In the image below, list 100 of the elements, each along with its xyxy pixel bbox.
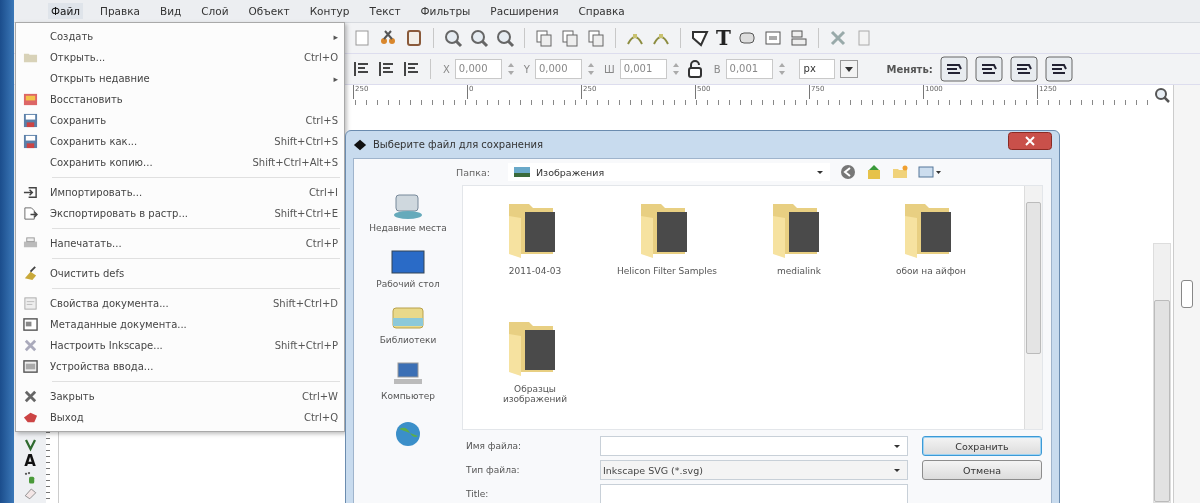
field-label: Y [523,63,530,75]
save-button[interactable]: Сохранить [922,436,1042,456]
square-icon[interactable] [404,28,424,48]
eraser-icon[interactable] [22,486,38,501]
number-field[interactable]: 0,000 [534,59,582,79]
zoom-icon[interactable] [469,28,489,48]
save-icon [22,134,38,149]
field-label: В [713,63,721,75]
number-field[interactable]: 0,001 [619,59,667,79]
close-button[interactable] [1008,131,1052,150]
shortcut-label: Shift+Ctrl+S [274,136,338,147]
menu-title[interactable]: Правка [97,3,143,19]
menu-item[interactable]: Закрыть Ctrl+W [16,386,344,407]
up-folder-icon[interactable] [866,164,882,180]
scrollbar-thumb[interactable] [1154,300,1170,502]
cancel-button[interactable]: Отмена [922,460,1042,480]
menu-item[interactable]: Экспортировать в растр... Shift+Ctrl+E [16,203,344,224]
menu-title[interactable]: Фильтры [417,3,474,19]
transform-toggle-button[interactable] [1044,56,1073,82]
menu-title[interactable]: Вид [157,3,185,19]
transform-toggle-button[interactable] [974,56,1003,82]
menu-title[interactable]: Расширения [487,3,562,19]
app-icon [353,137,367,152]
zoom-icon[interactable] [443,28,463,48]
menu-title[interactable]: Контур [306,3,353,19]
document-icon [22,296,38,311]
dialog-title: Выберите файл для сохранения [373,139,545,150]
menu-item[interactable]: Сохранить как... Shift+Ctrl+S [16,131,344,152]
folder-item[interactable]: Образцы изображений [469,316,601,434]
spinner-icon[interactable] [671,61,680,77]
zoom-icon[interactable] [1154,87,1170,103]
field-label: Ш [603,63,615,75]
pen-icon[interactable] [22,437,38,452]
page-icon[interactable] [352,28,372,48]
spinner-icon[interactable] [777,61,786,77]
text-tool-button[interactable]: T [716,28,731,48]
shortcut-label: Ctrl+Q [303,412,338,423]
menu-item[interactable]: Настроить Inkscape... Shift+Ctrl+P [16,335,344,356]
transform-toggle-button[interactable] [939,56,968,82]
place-item[interactable]: Недавние места [368,191,448,233]
exit-icon [22,410,38,425]
menu-title[interactable]: Справка [575,3,628,19]
file-list-scrollbar[interactable] [1024,186,1042,429]
pages-icon[interactable] [586,28,606,48]
scrollbar-thumb[interactable] [1026,202,1041,354]
title-field[interactable] [600,484,908,503]
file-name-field[interactable] [600,436,908,456]
menu-item[interactable]: Открыть... Ctrl+O [16,47,344,68]
shortcut-label: Ctrl+O [303,52,338,63]
number-field[interactable]: 0,000 [454,59,502,79]
shortcut-label: Ctrl+S [305,115,338,126]
pages-icon[interactable] [560,28,580,48]
menu-item[interactable]: Восстановить [16,89,344,110]
menu-title[interactable]: Файл [48,3,83,19]
menu-title[interactable]: Слой [198,3,232,19]
menu-item[interactable]: Выход Ctrl+Q [16,407,344,428]
menu-title[interactable]: Текст [366,3,404,19]
menu-item[interactable]: Устройства ввода... [16,356,344,377]
vertical-scrollbar[interactable] [1153,243,1171,503]
shortcut-label: Shift+Ctrl+E [274,208,338,219]
menu-item[interactable]: Сохранить Ctrl+S [16,110,344,131]
import-icon [22,185,38,200]
folder-item[interactable]: 2011-04-03 [469,198,601,316]
caret-icon [893,466,901,474]
pen-icon[interactable] [690,28,710,48]
menu-item[interactable]: Импортировать... Ctrl+I [16,182,344,203]
back-icon[interactable] [840,164,856,180]
menu-item[interactable]: Сохранить копию... Shift+Ctrl+Alt+S [16,152,344,173]
folder-item[interactable]: medialink [733,198,865,316]
device-icon [22,359,38,374]
text-tool-button[interactable]: A [24,453,36,469]
spinner-icon[interactable] [586,61,595,77]
file-type-label: Тип файла: [466,465,521,475]
menu-item[interactable]: Свойства документа... Shift+Ctrl+D [16,293,344,314]
folder-dropdown[interactable]: Изображения [508,163,830,181]
menu-title[interactable]: Объект [245,3,293,19]
zoom-icon[interactable] [495,28,515,48]
close-icon [22,389,38,404]
menu-item[interactable]: Метаданные документа... [16,314,344,335]
spinner-icon[interactable] [506,61,515,77]
folder-item[interactable]: обои на айфон [865,198,997,316]
place-item[interactable]: Рабочий стол [368,247,448,289]
menu-item[interactable]: Очистить defs [16,263,344,284]
pictures-folder-icon [514,166,530,178]
menu-item[interactable]: Открыть недавние ▸ [16,68,344,89]
number-field[interactable]: 0,001 [725,59,773,79]
menu-item[interactable]: Создать ▸ [16,26,344,47]
transform-toggle-button[interactable] [1009,56,1038,82]
place-item[interactable]: Компьютер [368,359,448,401]
metadata-icon [22,317,38,332]
export-icon [22,206,38,221]
new-folder-icon[interactable] [892,164,908,180]
menu-item[interactable]: Напечатать... Ctrl+P [16,233,344,254]
unit-dropdown[interactable]: px [798,59,835,79]
panel-control[interactable] [1181,280,1193,308]
view-menu-icon[interactable] [918,164,942,180]
pages-icon[interactable] [534,28,554,48]
folder-item[interactable]: Helicon Filter Samples [601,198,733,316]
place-item[interactable]: Библиотеки [368,303,448,345]
file-type-dropdown[interactable]: Inkscape SVG (*.svg) [600,460,908,480]
